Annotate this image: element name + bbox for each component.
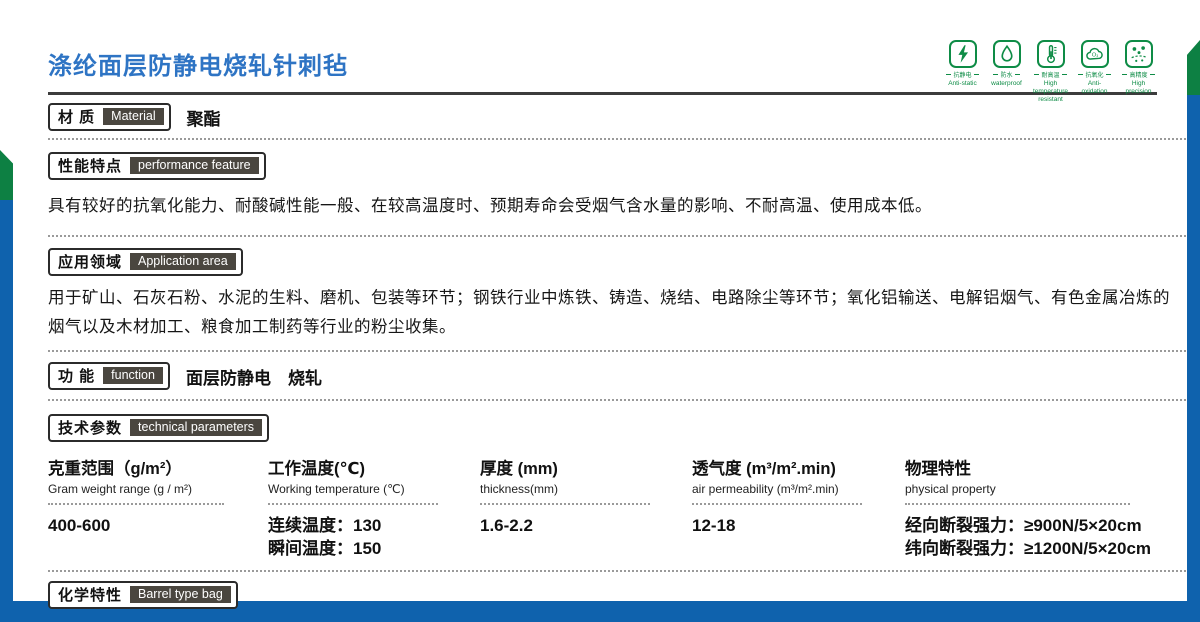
function-section-label: 功 能 function — [48, 362, 170, 390]
thermometer-icon — [1037, 40, 1065, 68]
performance-section: 性能特点 performance feature 具有较好的抗氧化能力、耐酸碱性… — [48, 152, 1186, 222]
material-section-label: 材 质 Material — [48, 103, 171, 131]
badge-anti-oxidation: O₃ 抗氧化 Anti-oxidation — [1075, 40, 1114, 103]
tech-value: 连续温度：130 瞬间温度：150 — [268, 515, 480, 561]
chemical-section-label: 化学特性 Barrel type bag — [48, 581, 238, 609]
svg-text:O₃: O₃ — [1091, 52, 1098, 58]
tech-col-physical-property: 物理特性 physical property 经向断裂强力：≥900N/5×20… — [905, 455, 1186, 561]
technical-section-label: 技术参数 technical parameters — [48, 414, 269, 442]
page-title: 涤纶面层防静电烧轧针刺毡 — [48, 40, 348, 81]
badge-high-precision: 高精度 High precision — [1119, 40, 1158, 103]
technical-section: 技术参数 technical parameters 克重范围（g/m²） Gra… — [48, 414, 1186, 561]
tech-col-air-permeability: 透气度 (m³/m².min) air permeability (m³/m².… — [692, 455, 905, 561]
content-area: 涤纶面层防静电烧轧针刺毡 抗静电 Anti-static — [0, 0, 1200, 622]
header-row: 涤纶面层防静电烧轧针刺毡 抗静电 Anti-static — [48, 40, 1186, 92]
column-divider — [480, 503, 650, 505]
lightning-icon — [949, 40, 977, 68]
performance-text: 具有较好的抗氧化能力、耐酸碱性能一般、在较高温度时、预期寿命会受烟气含水量的影响… — [48, 192, 1186, 222]
badge-anti-static: 抗静电 Anti-static — [943, 40, 982, 103]
tech-col-thickness: 厚度 (mm) thickness(mm) 1.6-2.2 — [480, 455, 692, 561]
function-row: 功 能 function 面层防静电 烧轧 — [48, 362, 1186, 390]
tech-col-gram-weight: 克重范围（g/m²） Gram weight range (g / m²) 40… — [48, 455, 268, 561]
badge-waterproof: 防水 waterproof — [987, 40, 1026, 103]
tech-value: 400-600 — [48, 515, 268, 538]
water-drop-icon — [993, 40, 1021, 68]
feature-badges: 抗静电 Anti-static 防水 waterproof — [943, 40, 1158, 103]
column-divider — [905, 503, 1130, 505]
tech-value: 经向断裂强力：≥900N/5×20cm 纬向断裂强力：≥1200N/5×20cm — [905, 515, 1186, 561]
material-value: 聚酯 — [187, 105, 221, 130]
badge-high-temperature: 耐高温 High temperature resistant — [1031, 40, 1070, 103]
datasheet-page: 涤纶面层防静电烧轧针刺毡 抗静电 Anti-static — [0, 0, 1200, 622]
dotted-divider — [48, 399, 1186, 401]
column-divider — [48, 503, 224, 505]
performance-section-label: 性能特点 performance feature — [48, 152, 266, 180]
tech-value: 12-18 — [692, 515, 905, 538]
application-section-label: 应用领域 Application area — [48, 248, 243, 276]
chemical-section: 化学特性 Barrel type bag 耐酸性 良 Acid Resistan… — [48, 581, 1186, 622]
dotted-divider — [48, 235, 1186, 237]
column-divider — [268, 503, 438, 505]
column-divider — [692, 503, 862, 505]
dotted-divider — [48, 570, 1186, 572]
application-section: 应用领域 Application area 用于矿山、石灰石粉、水泥的生料、磨机… — [48, 248, 1186, 343]
tech-col-working-temperature: 工作温度(℃) Working temperature (℃) 连续温度：130… — [268, 455, 480, 561]
technical-table: 克重范围（g/m²） Gram weight range (g / m²) 40… — [48, 455, 1186, 561]
application-text: 用于矿山、石灰石粉、水泥的生料、磨机、包装等环节；钢铁行业中炼铁、铸造、烧结、电… — [48, 284, 1186, 343]
cloud-icon: O₃ — [1081, 40, 1109, 68]
dotted-divider — [48, 350, 1186, 352]
dotted-divider — [48, 138, 1186, 140]
precision-dots-icon — [1125, 40, 1153, 68]
function-value: 面层防静电 烧轧 — [186, 364, 322, 389]
tech-value: 1.6-2.2 — [480, 515, 692, 538]
material-row: 材 质 Material 聚酯 — [48, 103, 1186, 131]
